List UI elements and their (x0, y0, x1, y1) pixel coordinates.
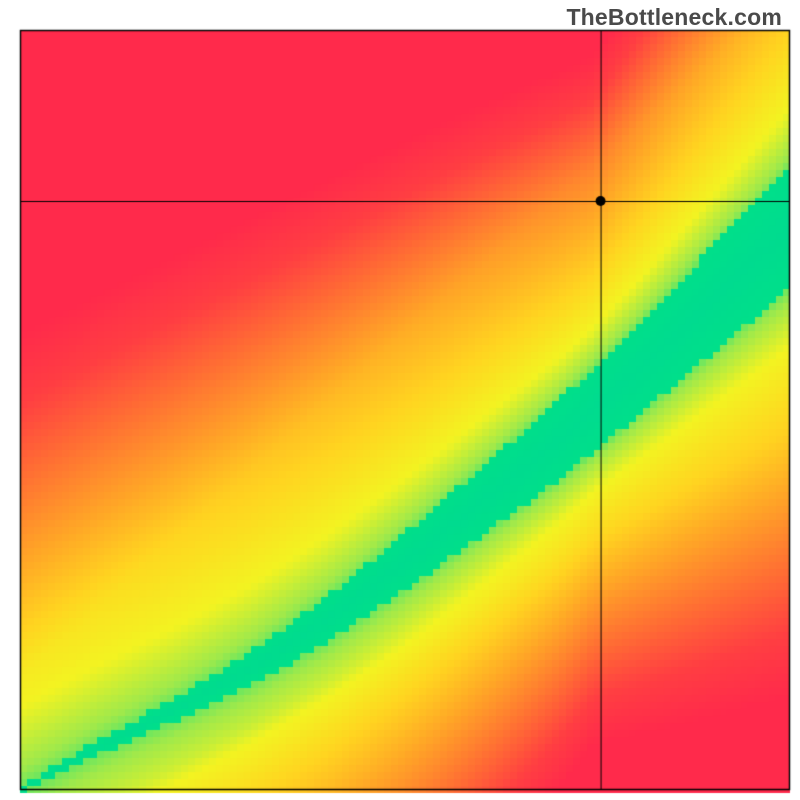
heatmap-canvas (0, 0, 800, 800)
chart-container: TheBottleneck.com (0, 0, 800, 800)
watermark-text: TheBottleneck.com (566, 4, 782, 31)
